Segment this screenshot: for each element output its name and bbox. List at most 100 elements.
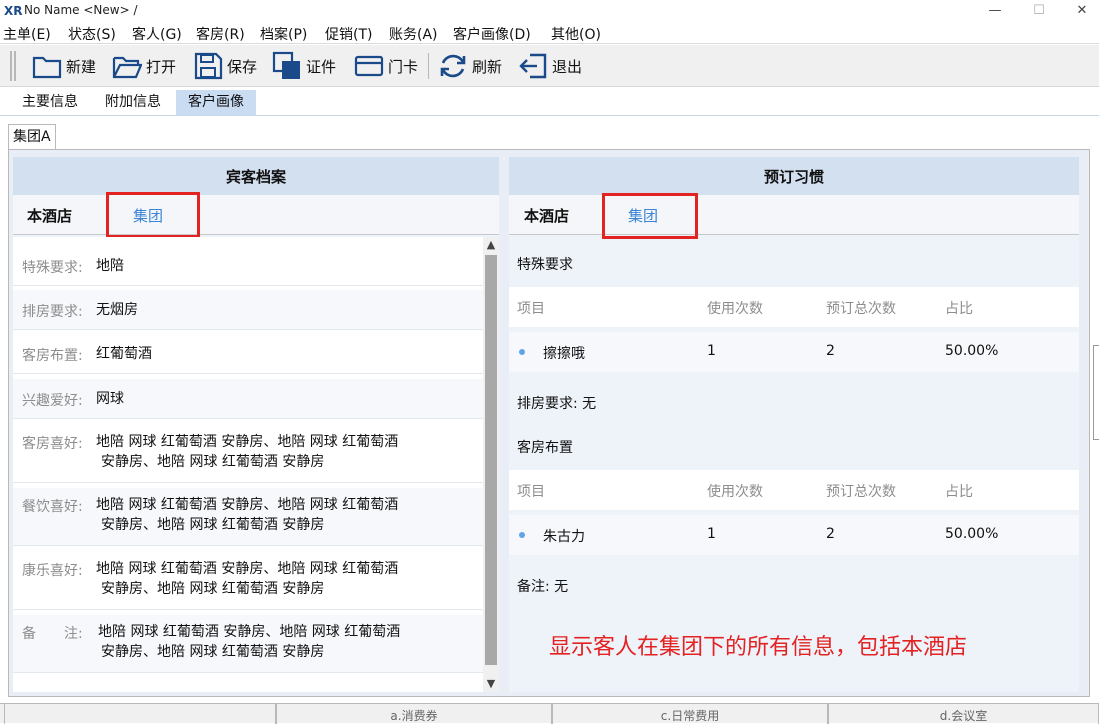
guest-profile-scope-tabs: 本酒店 集团 (13, 192, 499, 238)
column-header: 使用次数 (707, 301, 763, 317)
key-card-label: 门卡 (388, 57, 419, 76)
column-header: 项目 (517, 484, 545, 500)
bullet-icon (519, 349, 525, 355)
exit-label: 退出 (552, 57, 583, 76)
pref-label: 排房要求: (22, 304, 83, 320)
menu-status[interactable]: 状态(S) (68, 24, 116, 44)
table-row: 擦擦哦 1 2 50.00% (509, 332, 1079, 372)
column-header: 占比 (945, 301, 973, 317)
pref-label: 兴趣爱好: (22, 393, 83, 409)
room-assignment-requirement: 排房要求: 无 (517, 396, 597, 412)
toolbar-grip[interactable] (10, 51, 16, 81)
column-header: 预订总次数 (826, 301, 896, 317)
tab-daily-expenses[interactable]: c.日常费用 (552, 704, 828, 724)
refresh-button[interactable]: 刷新 (438, 50, 502, 82)
pref-value-continued: 安静房、地陪 网球 红葡萄酒 安静房 (101, 644, 325, 660)
list-item: 排房要求: 无烟房 (13, 290, 483, 330)
side-splitter[interactable] (1093, 345, 1099, 440)
list-item: 备 注: 地陪 网球 红葡萄酒 安静房、地陪 网球 红葡萄酒 安静房、地陪 网球… (13, 615, 483, 673)
tab-main-info[interactable]: 主要信息 (10, 90, 90, 115)
folder-icon (32, 56, 62, 79)
id-card-icon (272, 51, 300, 79)
scope-this-hotel[interactable]: 本酒店 (27, 205, 72, 226)
close-button[interactable]: ✕ (1062, 2, 1099, 20)
minimize-button[interactable]: — (975, 2, 1015, 20)
menu-accounts[interactable]: 账务(A) (389, 24, 438, 44)
menu-profile[interactable]: 档案(P) (260, 24, 307, 44)
maximize-button[interactable]: ☐ (1019, 2, 1059, 20)
save-button[interactable]: 保存 (193, 50, 257, 82)
open-label: 打开 (146, 57, 177, 76)
pref-label: 客房喜好: (22, 436, 83, 452)
scrollbar-thumb[interactable] (485, 255, 497, 665)
pref-value: 地陪 (96, 258, 124, 274)
tab-meeting-room[interactable]: d.会议室 (828, 704, 1099, 724)
app-logo-icon: XR (4, 4, 23, 18)
tab-customer-portrait[interactable]: 客户画像 (176, 90, 256, 115)
list-item: 客房布置: 红葡萄酒 (13, 334, 483, 374)
scroll-down-icon[interactable]: ▼ (483, 676, 499, 692)
room-setup-table-header: 项目 使用次数 预订总次数 占比 (509, 470, 1079, 510)
menu-main-order[interactable]: 主单(E) (3, 24, 51, 44)
new-button[interactable]: 新建 (32, 50, 96, 82)
table-row: 朱古力 1 2 50.00% (509, 515, 1079, 555)
toolbar-separator (428, 53, 429, 79)
new-label: 新建 (66, 57, 97, 76)
bottom-tab-blank[interactable] (4, 704, 276, 724)
toolbar: 新建 打开 保存 证件 门卡 刷新 退出 (0, 45, 1099, 87)
ratio-cell: 50.00% (945, 343, 999, 359)
pref-value: 无烟房 (96, 302, 138, 318)
top-tab-strip: 主要信息 附加信息 客户画像 (0, 88, 1099, 116)
uses-cell: 1 (707, 343, 716, 359)
item-cell: 朱古力 (543, 529, 585, 545)
pref-label: 康乐喜好: (22, 563, 83, 579)
pref-label: 备 注: (22, 626, 83, 642)
group-tab-strip: 集团A (8, 124, 1090, 150)
list-item: 特殊要求: 地陪 (13, 246, 483, 286)
guest-profile-panel: 宾客档案 本酒店 集团 特殊要求: 地陪 排房要求: 无烟房 客房布置: 红葡萄… (13, 157, 499, 692)
exit-icon (519, 53, 547, 79)
menu-room[interactable]: 客房(R) (196, 24, 245, 44)
total-cell: 2 (826, 343, 835, 359)
scroll-up-icon[interactable]: ▲ (483, 237, 499, 253)
tab-extra-info[interactable]: 附加信息 (93, 90, 173, 115)
pref-value: 红葡萄酒 (96, 346, 152, 362)
exit-button[interactable]: 退出 (518, 50, 582, 82)
room-setup-heading: 客房布置 (517, 440, 573, 456)
booking-habits-title: 预订习惯 (509, 157, 1079, 195)
remarks: 备注: 无 (517, 579, 569, 595)
booking-habits-panel: 预订习惯 本酒店 集团 特殊要求 项目 使用次数 预订总次数 占比 擦擦哦 1 … (509, 157, 1079, 692)
uses-cell: 1 (707, 526, 716, 542)
save-icon (194, 52, 223, 80)
pref-value: 地陪 网球 红葡萄酒 安静房、地陪 网球 红葡萄酒 (98, 624, 401, 640)
tab-vouchers[interactable]: a.消费券 (276, 704, 552, 724)
folder-open-icon (112, 56, 142, 79)
item-cell: 擦擦哦 (543, 346, 585, 362)
pref-label: 特殊要求: (22, 260, 83, 276)
open-button[interactable]: 打开 (112, 50, 176, 82)
column-header: 预订总次数 (826, 484, 896, 500)
scope-this-hotel[interactable]: 本酒店 (524, 205, 569, 226)
menu-guest[interactable]: 客人(G) (132, 24, 182, 44)
bottom-tab-strip: a.消费券 c.日常费用 d.会议室 (0, 703, 1099, 724)
special-requests-heading: 特殊要求 (517, 257, 573, 273)
id-document-button[interactable]: 证件 (272, 50, 336, 82)
profile-scrollbar[interactable]: ▲ ▼ (483, 237, 499, 692)
menu-other[interactable]: 其他(O) (551, 24, 601, 44)
pref-value: 地陪 网球 红葡萄酒 安静房、地陪 网球 红葡萄酒 (96, 497, 399, 513)
pref-value-continued: 安静房、地陪 网球 红葡萄酒 安静房 (101, 581, 325, 597)
booking-habits-scope-tabs: 本酒店 集团 (509, 193, 1079, 239)
refresh-icon (440, 54, 466, 78)
menu-customer-portrait[interactable]: 客户画像(D) (453, 24, 531, 44)
column-header: 使用次数 (707, 484, 763, 500)
list-item: 兴趣爱好: 网球 (13, 379, 483, 419)
total-cell: 2 (826, 526, 835, 542)
bullet-icon (519, 532, 525, 538)
key-card-button[interactable]: 门卡 (354, 50, 418, 82)
list-item: 客房喜好: 地陪 网球 红葡萄酒 安静房、地陪 网球 红葡萄酒 安静房、地陪 网… (13, 425, 483, 483)
menu-promotion[interactable]: 促销(T) (325, 24, 372, 44)
menu-bar: 主单(E) 状态(S) 客人(G) 客房(R) 档案(P) 促销(T) 账务(A… (0, 22, 1099, 44)
highlight-box (602, 193, 698, 239)
tab-group-a[interactable]: 集团A (8, 124, 56, 150)
pref-label: 客房布置: (22, 348, 83, 364)
